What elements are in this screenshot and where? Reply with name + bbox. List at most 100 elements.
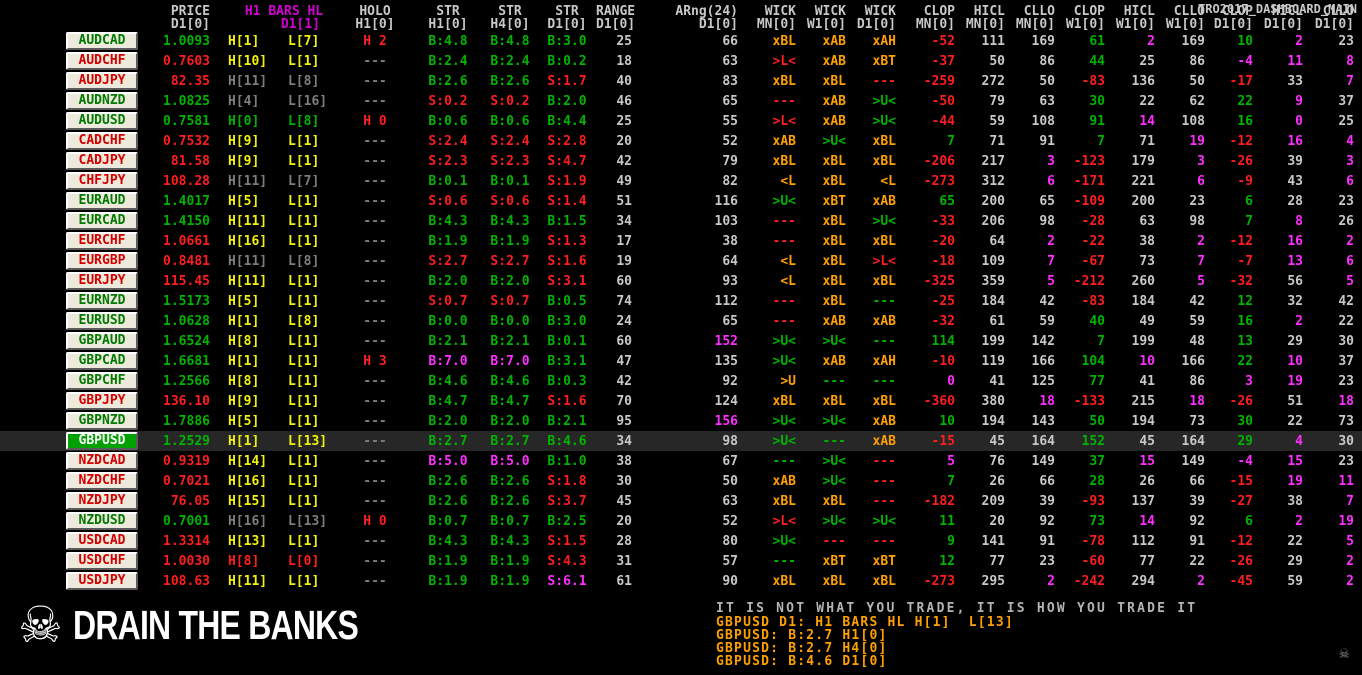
cell-hicl-w1: 14 — [1139, 113, 1155, 129]
symbol-button-NZDCHF[interactable]: NZDCHF — [66, 472, 138, 490]
cell-h1-bars-l: L[13] — [288, 513, 328, 529]
symbol-button-CHFJPY[interactable]: CHFJPY — [66, 172, 138, 190]
symbol-button-NZDJPY[interactable]: NZDJPY — [66, 492, 138, 510]
cell-wick-d1: --- — [872, 493, 896, 509]
cell-str-d1: S:4.3 — [547, 553, 587, 569]
cell-cllo-w1: 42 — [1189, 293, 1205, 309]
cell-h1-bars-h: H[14] — [228, 453, 268, 469]
cell-wick-mn: --- — [772, 213, 796, 229]
cell-str-h4: B:0.0 — [490, 313, 530, 329]
symbol-button-AUDCAD[interactable]: AUDCAD — [66, 32, 138, 50]
symbol-button-GBPCHF[interactable]: GBPCHF — [66, 372, 138, 390]
cell-cllo-mn: 164 — [1031, 433, 1055, 449]
cell-hicl-mn: 59 — [989, 113, 1005, 129]
cell-cllo-d1: 8 — [1346, 53, 1354, 69]
cell-clop-d1: -12 — [1229, 533, 1253, 549]
cell-holo-h1: --- — [363, 553, 387, 569]
symbol-button-AUDNZD[interactable]: AUDNZD — [66, 92, 138, 110]
symbol-cell: EURCHF — [0, 231, 150, 251]
table-row-AUDCAD: AUDCAD 1.0093 H[1] L[7] H 2 B:4.8 B:4.8 B:3.0 25… — [0, 31, 1362, 51]
symbol-button-EURAUD[interactable]: EURAUD — [66, 192, 138, 210]
cell-range-d1: 31 — [616, 553, 632, 569]
symbol-button-USDJPY[interactable]: USDJPY — [66, 572, 138, 590]
symbol-cell: EURNZD — [0, 291, 150, 311]
cell-str-h1: B:0.0 — [428, 313, 468, 329]
column-header-cllo-mn: CLLO MN[0] — [1015, 4, 1055, 32]
symbol-button-EURUSD[interactable]: EURUSD — [66, 312, 138, 330]
cell-wick-d1: --- — [872, 533, 896, 549]
cell-h1-bars-h: H[13] — [228, 533, 268, 549]
cell-h1-bars-l: L[1] — [288, 233, 320, 249]
cell-cllo-mn: 18 — [1039, 393, 1055, 409]
cell-range-d1: 34 — [616, 213, 632, 229]
cell-range-d1: 60 — [616, 273, 632, 289]
cell-str-h4: B:2.6 — [490, 493, 530, 509]
cell-str-h1: B:1.9 — [428, 233, 468, 249]
cell-holo-h1: --- — [363, 333, 387, 349]
cell-str-d1: S:6.1 — [547, 573, 587, 589]
symbol-cell: AUDCAD — [0, 31, 150, 51]
cell-cllo-d1: 2 — [1346, 233, 1354, 249]
column-header-str-h1: STR H1[0] — [428, 4, 468, 32]
cell-str-h4: B:4.7 — [490, 393, 530, 409]
symbol-button-USDCHF[interactable]: USDCHF — [66, 552, 138, 570]
symbol-button-GBPAUD[interactable]: GBPAUD — [66, 332, 138, 350]
cell-clop-w1: -212 — [1073, 273, 1105, 289]
cell-holo-h1: H 0 — [363, 513, 387, 529]
symbol-button-AUDUSD[interactable]: AUDUSD — [66, 112, 138, 130]
cell-arng24-d1: 103 — [714, 213, 738, 229]
cell-hicl-w1: 179 — [1131, 153, 1155, 169]
table-row-EURNZD: EURNZD 1.5173 H[5] L[1] --- S:0.7 S:0.7 B:0.5 74… — [0, 291, 1362, 311]
cell-hicl-w1: 22 — [1139, 93, 1155, 109]
symbol-button-GBPNZD[interactable]: GBPNZD — [66, 412, 138, 430]
symbol-cell: NZDJPY — [0, 491, 150, 511]
symbol-button-CADJPY[interactable]: CADJPY — [66, 152, 138, 170]
symbol-button-EURJPY[interactable]: EURJPY — [66, 272, 138, 290]
symbol-button-EURCHF[interactable]: EURCHF — [66, 232, 138, 250]
cell-wick-d1: --- — [872, 73, 896, 89]
cell-wick-d1: --- — [872, 333, 896, 349]
symbol-cell: AUDNZD — [0, 91, 150, 111]
cell-str-h4: S:2.4 — [490, 133, 530, 149]
cell-str-h4: B:4.6 — [490, 373, 530, 389]
cell-cllo-d1: 7 — [1346, 493, 1354, 509]
symbol-button-CADCHF[interactable]: CADCHF — [66, 132, 138, 150]
symbol-button-EURCAD[interactable]: EURCAD — [66, 212, 138, 230]
cell-h1-bars-l: L[16] — [288, 93, 328, 109]
cell-wick-w1: xBL — [822, 173, 846, 189]
cell-hicl-d1: 38 — [1287, 493, 1303, 509]
symbol-cell: USDJPY — [0, 571, 150, 591]
cell-str-h4: S:2.7 — [490, 253, 530, 269]
symbol-button-GBPCAD[interactable]: GBPCAD — [66, 352, 138, 370]
cell-clop-d1: -45 — [1229, 573, 1253, 589]
cell-range-d1: 30 — [616, 473, 632, 489]
cell-wick-d1: xBT — [872, 53, 896, 69]
cell-wick-mn: <L — [780, 273, 796, 289]
cell-hicl-mn: 61 — [989, 313, 1005, 329]
symbol-button-EURNZD[interactable]: EURNZD — [66, 292, 138, 310]
cell-price-d1: 1.3314 — [163, 533, 210, 549]
cell-cllo-mn: 2 — [1047, 233, 1055, 249]
cell-clop-d1: 22 — [1237, 353, 1253, 369]
symbol-button-NZDCAD[interactable]: NZDCAD — [66, 452, 138, 470]
cell-holo-h1: H 0 — [363, 113, 387, 129]
cell-str-h1: S:0.6 — [428, 193, 468, 209]
cell-holo-h1: --- — [363, 453, 387, 469]
symbol-button-AUDCHF[interactable]: AUDCHF — [66, 52, 138, 70]
cell-wick-mn: >U< — [772, 533, 796, 549]
symbol-button-NZDUSD[interactable]: NZDUSD — [66, 512, 138, 530]
cell-str-h4: B:2.1 — [490, 333, 530, 349]
column-header-wick-d1: WICK D1[0] — [856, 4, 896, 32]
symbol-button-USDCAD[interactable]: USDCAD — [66, 532, 138, 550]
cell-str-d1: B:2.0 — [547, 93, 587, 109]
cell-str-h4: B:2.4 — [490, 53, 530, 69]
column-header-h1-bars-h: H1 BARS HL D1[1] — [244, 4, 324, 32]
cell-cllo-w1: 18 — [1189, 393, 1205, 409]
cell-clop-w1: -109 — [1073, 193, 1105, 209]
symbol-button-GBPJPY[interactable]: GBPJPY — [66, 392, 138, 410]
cell-cllo-d1: 18 — [1338, 393, 1354, 409]
symbol-button-GBPUSD[interactable]: GBPUSD — [66, 432, 138, 450]
cell-clop-w1: 40 — [1089, 313, 1105, 329]
symbol-button-AUDJPY[interactable]: AUDJPY — [66, 72, 138, 90]
symbol-button-EURGBP[interactable]: EURGBP — [66, 252, 138, 270]
